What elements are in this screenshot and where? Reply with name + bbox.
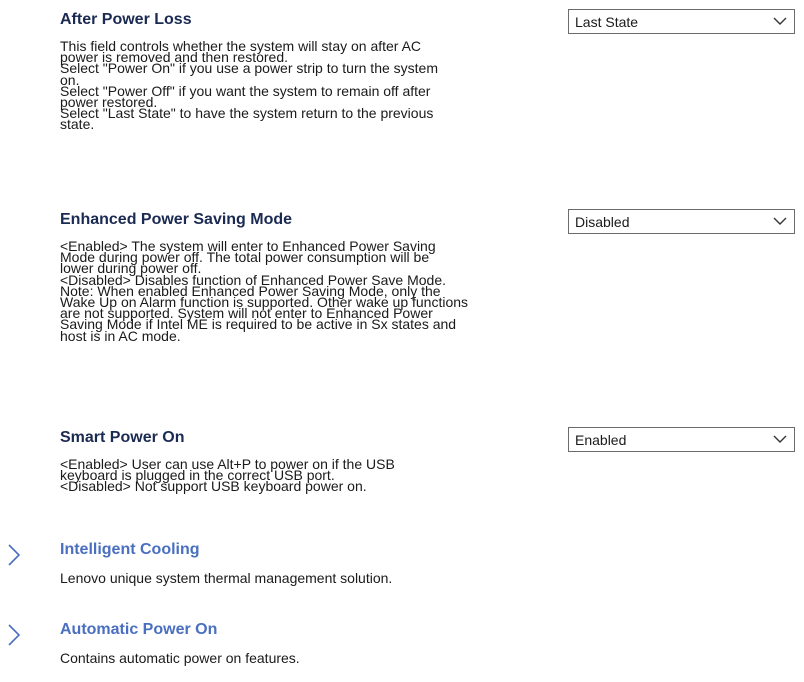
setting-after-power-loss: After Power Loss Last State This field c… bbox=[60, 9, 797, 186]
nav-item-description: Contains automatic power on features. bbox=[60, 650, 300, 666]
select-value: Disabled bbox=[575, 214, 630, 230]
after-power-loss-select[interactable]: Last State bbox=[568, 9, 795, 34]
setting-description: <Enabled> User can use Alt+P to power on… bbox=[60, 457, 580, 495]
setting-description: This field controls whether the system w… bbox=[60, 39, 580, 133]
chevron-down-icon bbox=[773, 217, 787, 225]
description-line: state. bbox=[60, 116, 95, 133]
smart-power-on-select[interactable]: Enabled bbox=[568, 427, 795, 452]
enhanced-power-saving-mode-select[interactable]: Disabled bbox=[568, 209, 795, 234]
chevron-down-icon bbox=[773, 17, 787, 25]
select-value: Last State bbox=[575, 14, 639, 30]
description-line: <Disabled> Not support USB keyboard powe… bbox=[60, 478, 367, 495]
chevron-right-icon bbox=[8, 624, 21, 646]
select-value: Enabled bbox=[575, 432, 627, 448]
setting-title: Smart Power On bbox=[60, 429, 185, 446]
setting-description: <Enabled> The system will enter to Enhan… bbox=[60, 239, 580, 344]
description-line: host is in AC mode. bbox=[60, 327, 181, 344]
setting-smart-power-on: Smart Power On Enabled <Enabled> User ca… bbox=[60, 427, 797, 519]
nav-item-automatic-power-on[interactable]: Automatic Power On Contains automatic po… bbox=[0, 621, 804, 671]
chevron-down-icon bbox=[773, 435, 787, 443]
setting-title: Enhanced Power Saving Mode bbox=[60, 211, 293, 228]
nav-item-description: Lenovo unique system thermal management … bbox=[60, 570, 393, 586]
nav-item-title[interactable]: Intelligent Cooling bbox=[60, 541, 200, 559]
setting-title: After Power Loss bbox=[60, 11, 192, 28]
description-line: Select "Last State" to have the system r… bbox=[60, 105, 434, 122]
setting-enhanced-power-saving-mode: Enhanced Power Saving Mode Disabled <Ena… bbox=[60, 209, 797, 401]
chevron-right-icon bbox=[8, 544, 21, 566]
description-line: Select "Power On" if you use a power str… bbox=[60, 60, 438, 77]
nav-item-intelligent-cooling[interactable]: Intelligent Cooling Lenovo unique system… bbox=[0, 541, 804, 591]
nav-item-title[interactable]: Automatic Power On bbox=[60, 621, 217, 639]
